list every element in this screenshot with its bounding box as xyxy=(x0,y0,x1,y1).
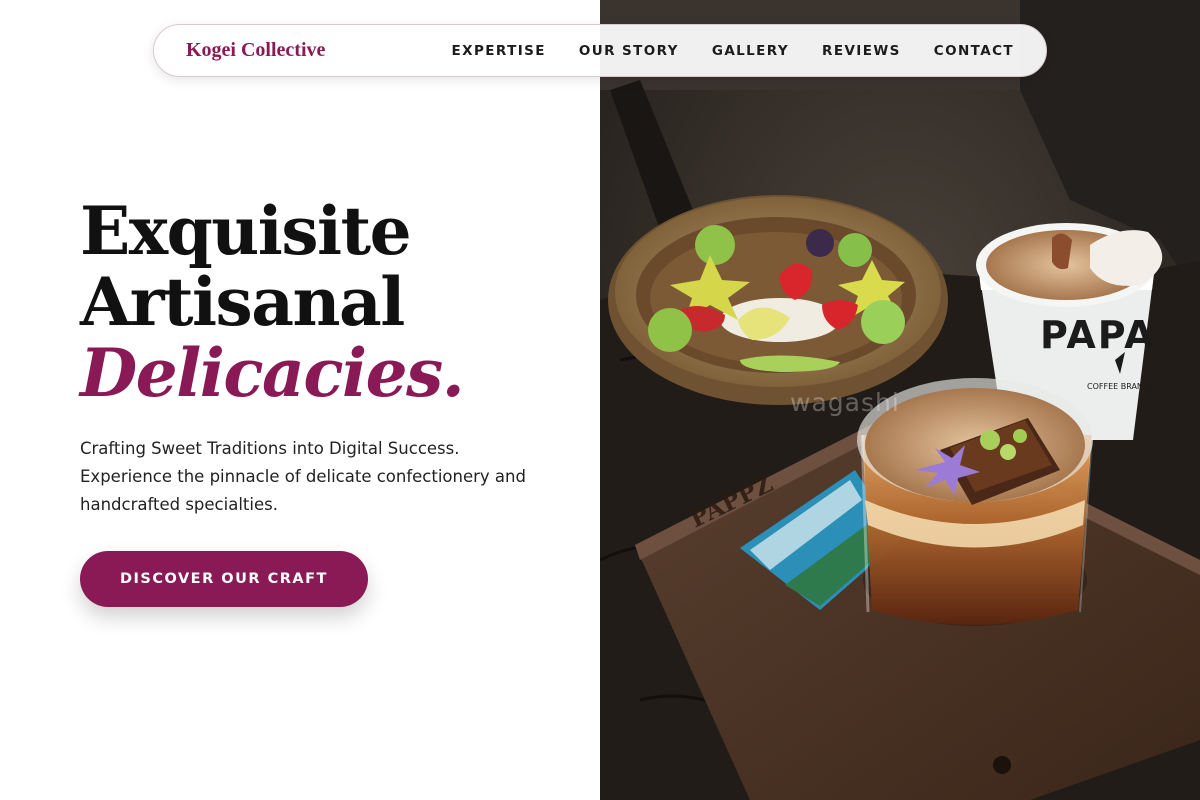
headline-line-1: Exquisite xyxy=(80,192,412,270)
nav-item-expertise[interactable]: EXPERTISE xyxy=(452,43,546,59)
food-photo: PAPPZ PAPA COFFEE BRAND xyxy=(600,0,1200,800)
hero-section: Exquisite Artisanal Delicacies. Crafting… xyxy=(80,196,580,607)
hero-headline: Exquisite Artisanal Delicacies. xyxy=(80,196,580,409)
nav-item-gallery[interactable]: GALLERY xyxy=(712,43,789,59)
headline-line-2: Artisanal xyxy=(80,263,405,341)
brand-logo[interactable]: Kogei Collective xyxy=(186,39,325,62)
nav-item-our-story[interactable]: OUR STORY xyxy=(579,43,679,59)
nav-menu: EXPERTISE OUR STORY GALLERY REVIEWS CONT… xyxy=(452,43,1014,59)
watermark-text: wagashi xyxy=(790,388,900,417)
cup-sub-text: COFFEE BRAND xyxy=(1087,382,1149,391)
top-navigation: Kogei Collective EXPERTISE OUR STORY GAL… xyxy=(153,24,1047,77)
discover-craft-button[interactable]: DISCOVER OUR CRAFT xyxy=(80,551,368,607)
headline-line-3: Delicacies. xyxy=(80,334,465,412)
nav-item-reviews[interactable]: REVIEWS xyxy=(822,43,901,59)
hero-subtitle: Crafting Sweet Traditions into Digital S… xyxy=(80,439,526,514)
cup-brand-text: PAPA xyxy=(1040,313,1156,357)
nav-item-contact[interactable]: CONTACT xyxy=(934,43,1014,59)
hero-image: PAPPZ PAPA COFFEE BRAND wagashi xyxy=(600,0,1200,800)
